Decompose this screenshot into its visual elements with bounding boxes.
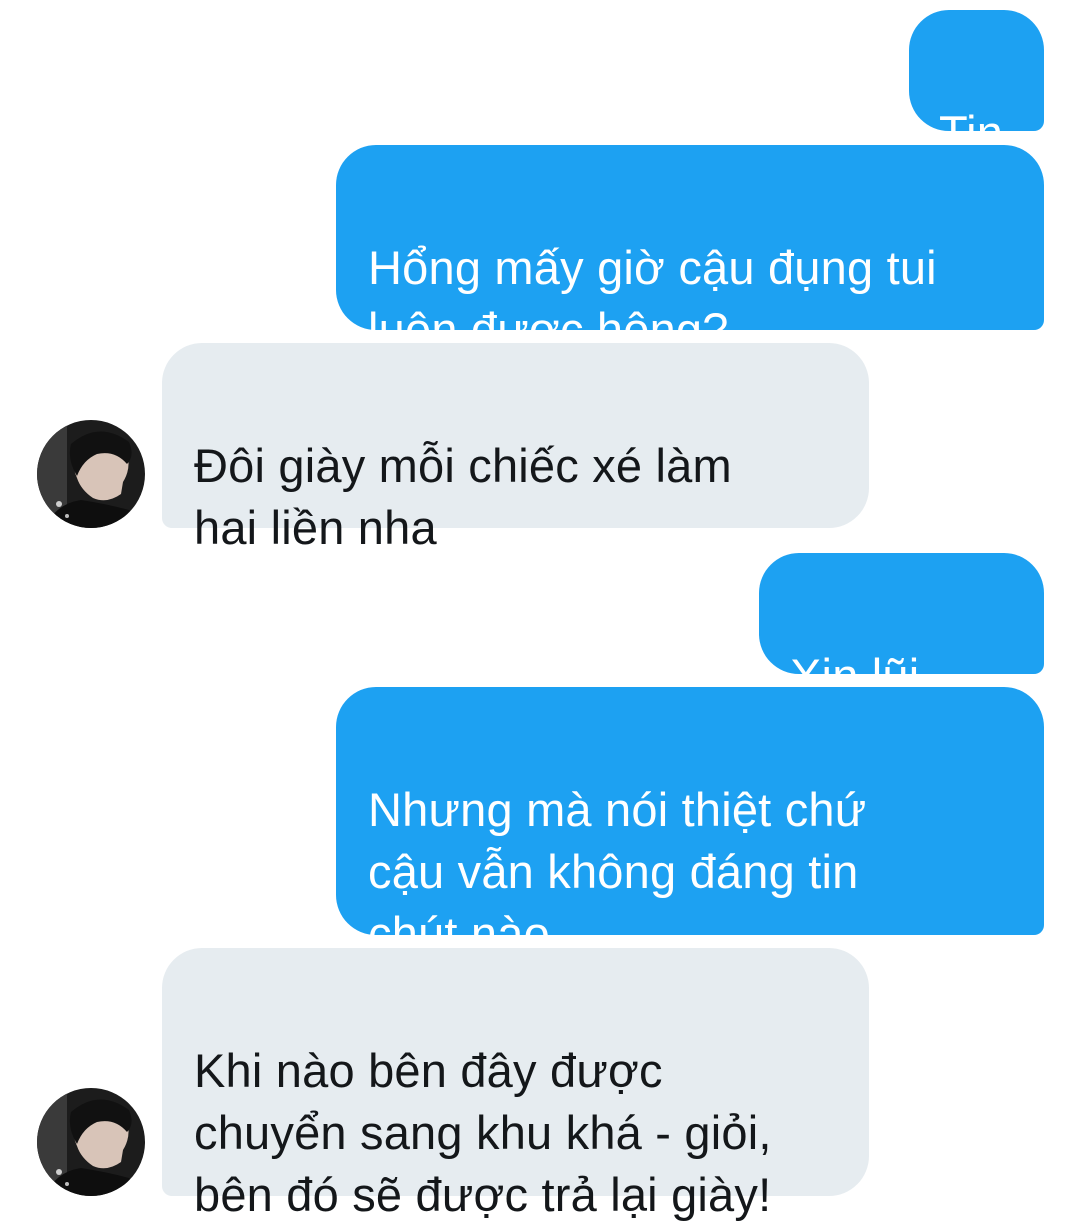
avatar-image: [37, 1088, 145, 1196]
message-text: Nhưng mà nói thiệt chứ cậu vẫn không đán…: [368, 783, 867, 960]
contact-avatar[interactable]: [37, 1088, 145, 1196]
avatar-image: [37, 420, 145, 528]
sent-message[interactable]: Hổng mấy giờ cậu đụng tui luôn được hông…: [336, 145, 1044, 356]
message-text: Khi nào bên đây được chuyển sang khu khá…: [194, 1044, 772, 1221]
received-message[interactable]: Đôi giày mỗi chiếc xé làm hai liền nha: [162, 343, 869, 554]
sent-message[interactable]: Nhưng mà nói thiệt chứ cậu vẫn không đán…: [336, 687, 1044, 960]
message-text: Đôi giày mỗi chiếc xé làm hai liền nha: [194, 439, 732, 554]
sent-message[interactable]: Xin lũi: [759, 553, 1044, 825]
contact-avatar[interactable]: [37, 420, 145, 528]
sent-message[interactable]: Tin: [909, 10, 1044, 159]
message-text: Hổng mấy giờ cậu đụng tui luôn được hông…: [368, 241, 937, 356]
received-message[interactable]: Khi nào bên đây được chuyển sang khu khá…: [162, 948, 869, 1221]
